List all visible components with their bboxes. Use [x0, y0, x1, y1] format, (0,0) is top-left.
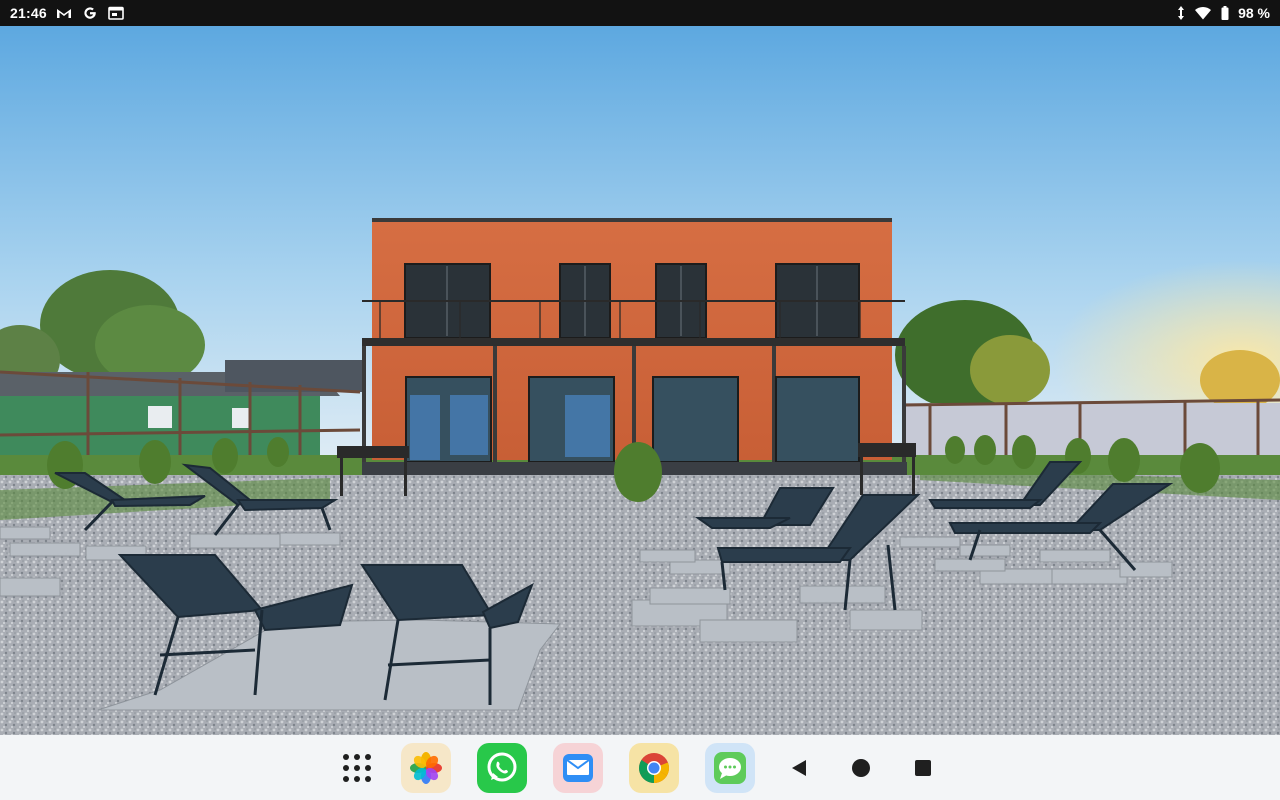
app-drawer-dot	[365, 753, 371, 760]
status-left: 21:46	[10, 5, 125, 21]
battery-icon	[1220, 5, 1230, 21]
status-time: 21:46	[10, 5, 47, 21]
wallpaper-photo	[0, 26, 1280, 735]
back-button[interactable]	[781, 750, 817, 786]
app-drawer-dot	[354, 775, 360, 782]
messages-app-button[interactable]	[705, 742, 755, 793]
photos-app-button[interactable]	[401, 742, 451, 793]
data-arrows-icon	[1176, 5, 1186, 21]
recents-button[interactable]	[905, 750, 941, 786]
chrome-icon	[639, 752, 669, 783]
mail-icon	[563, 753, 593, 782]
wifi-icon	[1194, 5, 1212, 21]
gmail-icon	[55, 5, 73, 21]
navigation-bar	[0, 735, 1280, 800]
app-drawer-dot	[365, 764, 371, 771]
home-circle-icon	[852, 758, 870, 777]
app-drawer-dot	[343, 775, 349, 782]
tablet-screen: 21:46 98 %	[0, 0, 1280, 800]
whatsapp-icon	[487, 752, 517, 781]
app-drawer-dot	[343, 753, 349, 760]
chrome-app-button[interactable]	[629, 742, 679, 793]
whatsapp-app-button[interactable]	[477, 742, 527, 793]
status-right: 98 %	[1176, 5, 1270, 21]
status-bar: 21:46 98 %	[0, 0, 1280, 26]
home-button[interactable]	[843, 750, 879, 786]
app-drawer-button[interactable]	[339, 750, 375, 786]
app-drawer-dot	[365, 775, 371, 782]
app-drawer-dot	[343, 764, 349, 771]
back-triangle-icon	[792, 759, 806, 776]
google-icon	[81, 5, 99, 21]
messages-icon	[714, 751, 746, 784]
photos-icon	[410, 751, 442, 784]
battery-percent: 98 %	[1238, 5, 1270, 21]
mail-app-button[interactable]	[553, 742, 603, 793]
app-drawer-dot	[354, 753, 360, 760]
calendar-icon	[107, 5, 125, 21]
app-drawer-dot	[354, 764, 360, 771]
dock	[339, 742, 941, 793]
recents-square-icon	[915, 759, 931, 776]
